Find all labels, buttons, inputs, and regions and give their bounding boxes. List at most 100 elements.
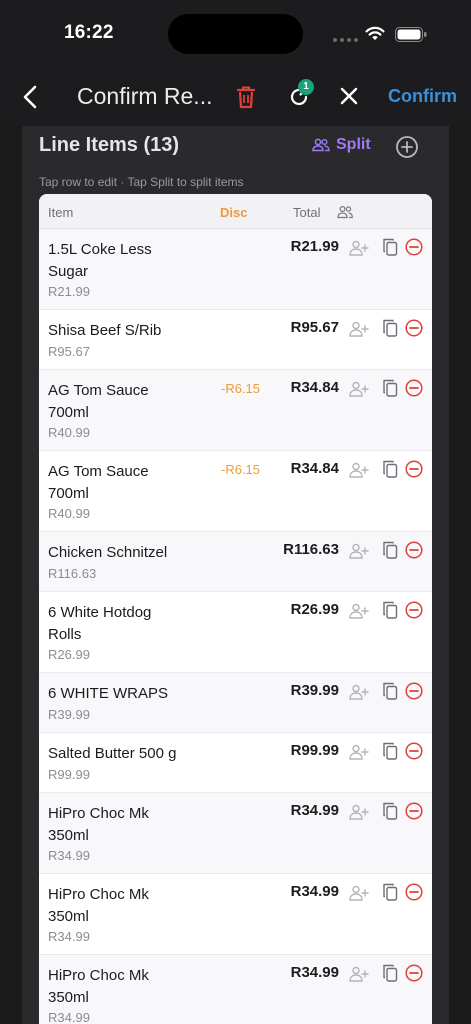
split-label: Split (336, 136, 371, 153)
item-unit-price: R95.67 (48, 344, 90, 359)
close-icon[interactable] (338, 85, 360, 107)
item-unit-price: R40.99 (48, 425, 90, 440)
item-name: HiPro Choc Mk 350ml (48, 967, 149, 1006)
assign-person-icon[interactable] (349, 240, 369, 256)
item-total: R39.99 (290, 682, 339, 699)
assign-person-icon[interactable] (349, 684, 369, 700)
add-circle-icon[interactable] (395, 135, 419, 159)
page-title: Confirm Re... (77, 83, 213, 109)
item-total: R99.99 (290, 742, 339, 759)
item-total: R95.67 (290, 319, 339, 336)
sync-badge: 1 (298, 79, 314, 95)
copy-icon[interactable] (382, 238, 398, 256)
copy-icon[interactable] (382, 883, 398, 901)
back-chevron-icon[interactable] (20, 84, 42, 110)
item-name: Shisa Beef S/Rib (48, 322, 162, 339)
item-name: 6 White Hotdog Rolls (48, 604, 152, 643)
table-row[interactable]: Salted Butter 500 g R99.99 R99.99 (39, 733, 432, 793)
item-discount: -R6.15 (221, 462, 261, 477)
item-unit-price: R34.99 (48, 848, 90, 863)
dynamic-island (168, 14, 303, 54)
item-total: R34.84 (290, 460, 339, 477)
cellular-signal-icon (333, 38, 358, 42)
remove-circle-icon[interactable] (405, 682, 423, 700)
item-total: R26.99 (290, 601, 339, 618)
remove-circle-icon[interactable] (405, 319, 423, 337)
item-total: R34.99 (290, 883, 339, 900)
remove-circle-icon[interactable] (405, 802, 423, 820)
table-row[interactable]: HiPro Choc Mk 350ml R34.99 R34.99 (39, 874, 432, 955)
column-header-disc: Disc (220, 205, 248, 220)
item-name: Salted Butter 500 g (48, 745, 177, 762)
table-row[interactable]: HiPro Choc Mk 350ml R34.99 R34.99 (39, 793, 432, 874)
confirm-button[interactable]: Confirm (388, 86, 457, 107)
table-header: Item Disc Total (39, 194, 432, 229)
remove-circle-icon[interactable] (405, 379, 423, 397)
line-items-panel: Line Items (13) Split Tap row to edit · … (22, 126, 449, 1024)
copy-icon[interactable] (382, 319, 398, 337)
section-title: Line Items (13) (39, 134, 180, 156)
table-row[interactable]: Chicken Schnitzel R116.63 R116.63 (39, 532, 432, 592)
assign-person-icon[interactable] (349, 885, 369, 901)
item-total: R116.63 (283, 541, 339, 558)
trash-icon[interactable] (235, 84, 257, 110)
people-icon (337, 205, 353, 219)
item-name: HiPro Choc Mk 350ml (48, 886, 149, 925)
copy-icon[interactable] (382, 601, 398, 619)
remove-circle-icon[interactable] (405, 601, 423, 619)
remove-circle-icon[interactable] (405, 883, 423, 901)
remove-circle-icon[interactable] (405, 964, 423, 982)
item-unit-price: R99.99 (48, 767, 90, 782)
copy-icon[interactable] (382, 802, 398, 820)
item-unit-price: R26.99 (48, 647, 90, 662)
copy-icon[interactable] (382, 460, 398, 478)
status-bar: 16:22 (0, 0, 471, 70)
remove-circle-icon[interactable] (405, 742, 423, 760)
item-unit-price: R39.99 (48, 707, 90, 722)
assign-person-icon[interactable] (349, 966, 369, 982)
table-row[interactable]: Shisa Beef S/Rib R95.67 R95.67 (39, 310, 432, 370)
assign-person-icon[interactable] (349, 804, 369, 820)
item-name: 6 WHITE WRAPS (48, 685, 169, 702)
copy-icon[interactable] (382, 964, 398, 982)
item-discount: -R6.15 (221, 381, 261, 396)
copy-icon[interactable] (382, 742, 398, 760)
assign-person-icon[interactable] (349, 744, 369, 760)
remove-circle-icon[interactable] (405, 460, 423, 478)
item-name: AG Tom Sauce 700ml (48, 382, 149, 421)
table-row[interactable]: AG Tom Sauce 700ml R40.99 -R6.15 R34.84 (39, 370, 432, 451)
split-people-icon (312, 138, 330, 152)
table-row[interactable]: AG Tom Sauce 700ml R40.99 -R6.15 R34.84 (39, 451, 432, 532)
assign-person-icon[interactable] (349, 543, 369, 559)
assign-person-icon[interactable] (349, 603, 369, 619)
item-total: R34.99 (290, 802, 339, 819)
item-name: AG Tom Sauce 700ml (48, 463, 149, 502)
item-unit-price: R34.99 (48, 1010, 90, 1024)
table-row[interactable]: 6 White Hotdog Rolls R26.99 R26.99 (39, 592, 432, 673)
copy-icon[interactable] (382, 541, 398, 559)
wifi-icon (365, 26, 385, 40)
copy-icon[interactable] (382, 682, 398, 700)
item-unit-price: R40.99 (48, 506, 90, 521)
remove-circle-icon[interactable] (405, 238, 423, 256)
assign-person-icon[interactable] (349, 462, 369, 478)
column-header-item: Item (48, 205, 74, 220)
item-name: 1.5L Coke Less Sugar (48, 241, 152, 280)
assign-person-icon[interactable] (349, 381, 369, 397)
assign-person-icon[interactable] (349, 321, 369, 337)
item-unit-price: R34.99 (48, 929, 90, 944)
split-button[interactable]: Split (312, 136, 371, 154)
table-body: 1.5L Coke Less Sugar R21.99 R21.99 Shisa Be… (39, 229, 432, 1024)
item-unit-price: R21.99 (48, 284, 90, 299)
battery-icon (395, 27, 427, 42)
item-total: R34.84 (290, 379, 339, 396)
item-unit-price: R116.63 (48, 566, 97, 581)
table-row[interactable]: 1.5L Coke Less Sugar R21.99 R21.99 (39, 229, 432, 310)
remove-circle-icon[interactable] (405, 541, 423, 559)
table-row[interactable]: 6 WHITE WRAPS R39.99 R39.99 (39, 673, 432, 733)
column-header-total: Total (293, 205, 321, 220)
copy-icon[interactable] (382, 379, 398, 397)
item-name: Chicken Schnitzel (48, 544, 168, 561)
table-row[interactable]: HiPro Choc Mk 350ml R34.99 R34.99 (39, 955, 432, 1024)
nav-bar: Confirm Re... 1 Confirm (0, 70, 471, 126)
